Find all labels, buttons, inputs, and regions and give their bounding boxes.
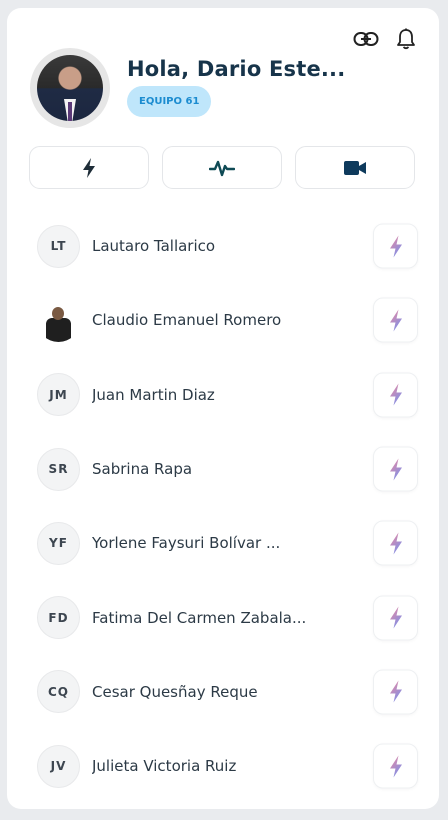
member-name: Claudio Emanuel Romero	[92, 311, 282, 330]
member-initials: FD	[37, 596, 80, 640]
member-row[interactable]: JM Juan Martin Diaz	[37, 358, 418, 432]
member-row[interactable]: Claudio Emanuel Romero	[37, 283, 418, 357]
bolt-icon	[83, 157, 95, 178]
bolt-button[interactable]	[373, 223, 418, 269]
member-row[interactable]: YF Yorlene Faysuri Bolívar ...	[37, 506, 418, 580]
bolt-button[interactable]	[373, 743, 418, 789]
member-initials: LT	[37, 224, 80, 268]
member-name: Cesar Quesñay Reque	[92, 682, 258, 701]
user-avatar-photo	[37, 55, 103, 121]
member-name: Juan Martin Diaz	[92, 385, 215, 404]
bolt-button[interactable]	[373, 446, 418, 492]
bolt-icon	[389, 606, 402, 629]
bolt-button[interactable]	[373, 520, 418, 566]
bolt-icon	[389, 309, 402, 332]
bolt-icon	[389, 532, 402, 555]
member-initials: JM	[37, 373, 80, 417]
member-name: Julieta Victoria Ruiz	[92, 757, 237, 776]
member-row[interactable]: JV Julieta Victoria Ruiz	[37, 729, 418, 803]
member-initials: YF	[37, 521, 80, 565]
member-initials: JV	[37, 744, 80, 788]
team-badge: EQUIPO 61	[127, 86, 212, 117]
user-avatar[interactable]	[30, 48, 110, 128]
bolt-button[interactable]	[373, 297, 418, 343]
action-tabs	[29, 146, 415, 189]
bolt-icon	[389, 235, 402, 258]
header-actions	[353, 26, 419, 52]
link-icon[interactable]	[353, 26, 379, 52]
member-row[interactable]: SR Sabrina Rapa	[37, 432, 418, 506]
member-initials: CQ	[37, 670, 80, 714]
member-name: Lautaro Tallarico	[92, 237, 216, 256]
greeting-title: Hola, Dario Este...	[127, 57, 346, 81]
bolt-button[interactable]	[373, 669, 418, 715]
member-name: Fatima Del Carmen Zabala...	[92, 608, 307, 627]
member-row[interactable]: FD Fatima Del Carmen Zabala...	[37, 580, 418, 654]
tab-activity[interactable]	[162, 146, 282, 189]
member-avatar-photo	[37, 298, 80, 342]
team-card: Hola, Dario Este... EQUIPO 61 LT Lautaro …	[7, 8, 439, 809]
bolt-button[interactable]	[373, 595, 418, 641]
tab-video[interactable]	[295, 146, 415, 189]
video-icon	[344, 160, 366, 175]
bolt-button[interactable]	[373, 372, 418, 418]
member-row[interactable]: CQ Cesar Quesñay Reque	[37, 655, 418, 729]
bolt-icon	[389, 755, 402, 778]
member-list: LT Lautaro Tallarico Claudio Emanuel Romer…	[37, 209, 418, 803]
member-name: Yorlene Faysuri Bolívar ...	[92, 534, 281, 553]
activity-icon	[209, 160, 235, 176]
bell-icon[interactable]	[393, 26, 419, 52]
bolt-icon	[389, 458, 402, 481]
member-initials: SR	[37, 447, 80, 491]
tab-bolt[interactable]	[29, 146, 149, 189]
bolt-icon	[389, 680, 402, 703]
bolt-icon	[389, 383, 402, 406]
member-name: Sabrina Rapa	[92, 460, 193, 479]
member-row[interactable]: LT Lautaro Tallarico	[37, 209, 418, 283]
